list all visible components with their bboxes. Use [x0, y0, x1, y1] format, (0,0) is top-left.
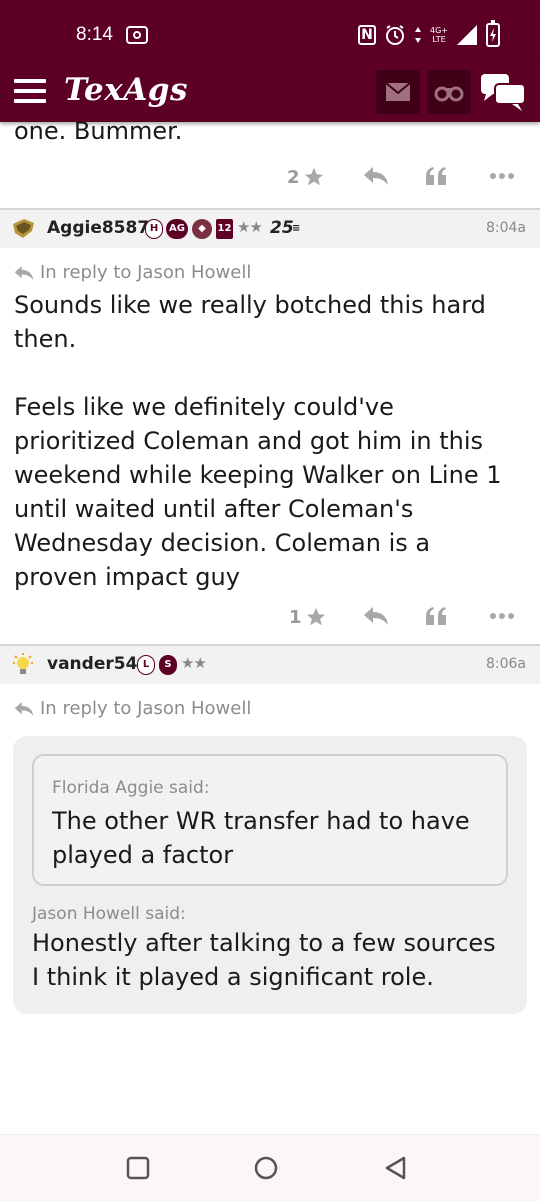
- binoculars-button[interactable]: [427, 70, 471, 114]
- post-text: one. Bummer.: [14, 122, 183, 145]
- in-reply-to[interactable]: In reply to Jason Howell: [14, 698, 540, 722]
- reply-arrow-icon: [14, 702, 34, 716]
- back-icon[interactable]: [383, 1155, 409, 1181]
- system-nav-bar: [0, 1134, 540, 1201]
- binoculars-icon: [434, 86, 464, 102]
- more-icon[interactable]: [489, 172, 515, 180]
- quote-text: Honestly after talking to a few sources …: [32, 929, 496, 991]
- badge-h: H: [145, 219, 163, 239]
- more-icon[interactable]: [489, 612, 515, 620]
- network-type: 4G+ LTE: [430, 26, 448, 44]
- screen-record-icon: [126, 26, 148, 44]
- battery-icon: [486, 20, 500, 47]
- status-icons: N 4G+ LTE: [358, 20, 500, 50]
- star-count: 1: [289, 606, 302, 628]
- home-icon[interactable]: [253, 1155, 279, 1181]
- nfc-icon: N: [358, 25, 376, 45]
- thread-content: one. Bummer. 2 Aggie8587 H AG ◆ 12 ★★ 25…: [0, 122, 540, 1134]
- badge-ag: AG: [166, 219, 188, 239]
- envelope-icon: [385, 82, 411, 101]
- post: Aggie8587 H AG ◆ 12 ★★ 25 ≡ 8:04a In rep…: [0, 208, 540, 644]
- star-icon: [306, 607, 325, 626]
- quote-text: The other WR transfer had to have played…: [52, 807, 470, 869]
- user-stars: ★★: [181, 654, 207, 672]
- post-header: vander54 L S ★★ 8:06a: [0, 644, 540, 684]
- user-stars: ★★: [237, 218, 263, 236]
- network-type-bottom: LTE: [432, 35, 446, 44]
- quote-icon[interactable]: [425, 606, 447, 626]
- post-text: Sounds like we really botched this hard …: [14, 291, 502, 591]
- badge-l: L: [137, 655, 155, 675]
- network-type-top: 4G+: [430, 26, 448, 35]
- badge-emblem: ◆: [192, 219, 212, 239]
- reply-icon[interactable]: [363, 166, 389, 186]
- menu-icon[interactable]: [14, 79, 46, 103]
- post-time: 8:04a: [485, 220, 526, 236]
- star-icon: [304, 167, 323, 186]
- username[interactable]: Aggie8587: [47, 218, 149, 238]
- reply-icon[interactable]: [363, 606, 389, 626]
- badge-s: S: [159, 655, 177, 675]
- username[interactable]: vander54: [47, 654, 137, 674]
- star-button[interactable]: 2: [287, 166, 325, 188]
- data-arrows-icon: [415, 27, 421, 43]
- avatar[interactable]: [10, 216, 36, 242]
- star-button[interactable]: 1: [289, 606, 327, 628]
- post-actions: 2: [0, 160, 540, 204]
- post-time: 8:06a: [485, 656, 526, 672]
- quote-author: Florida Aggie said:: [52, 778, 210, 798]
- signal-icon: [457, 25, 477, 45]
- app-bar: TexAgs: [0, 62, 540, 122]
- status-time: 8:14: [76, 24, 113, 45]
- status-bar: 8:14 N 4G+ LTE: [0, 0, 540, 62]
- previous-post: one. Bummer. 2: [0, 122, 540, 208]
- quote-icon[interactable]: [425, 166, 447, 186]
- post: vander54 L S ★★ 8:06a In reply to Jason …: [0, 644, 540, 1014]
- star-count: 2: [287, 166, 300, 188]
- messages-button[interactable]: [376, 70, 420, 114]
- reply-to-text: In reply to Jason Howell: [40, 262, 252, 283]
- badge-25-lines: ≡: [292, 223, 301, 234]
- badge-25: 25: [270, 218, 294, 238]
- lightbulb-avatar[interactable]: [10, 652, 36, 678]
- reply-to-text: In reply to Jason Howell: [40, 698, 252, 719]
- post-actions: 1: [0, 600, 540, 644]
- nested-quote: Florida Aggie said: The other WR transfe…: [32, 754, 508, 886]
- in-reply-to[interactable]: In reply to Jason Howell: [14, 262, 540, 286]
- recents-icon[interactable]: [125, 1155, 151, 1181]
- chat-bubbles-icon[interactable]: [480, 72, 526, 112]
- quote-block: Florida Aggie said: The other WR transfe…: [13, 736, 527, 1014]
- post-header: Aggie8587 H AG ◆ 12 ★★ 25 ≡ 8:04a: [0, 208, 540, 248]
- alarm-icon: [386, 25, 404, 45]
- badge-12: 12: [216, 219, 233, 239]
- texags-logo[interactable]: TexAgs: [64, 72, 188, 108]
- quote-author: Jason Howell said:: [32, 904, 186, 924]
- reply-arrow-icon: [14, 266, 34, 280]
